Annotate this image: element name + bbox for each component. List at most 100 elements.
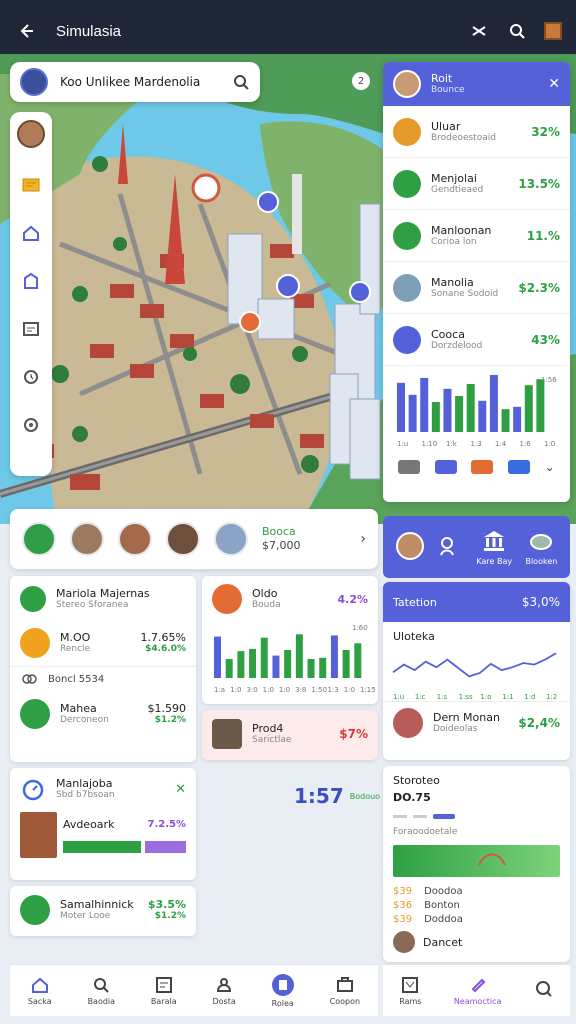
item-detail: Rencle <box>60 644 91 655</box>
chart-bar <box>397 382 405 432</box>
chevron-down-icon[interactable]: ⌄ <box>545 460 555 474</box>
bottom-navigation-secondary: Rams Neamoctica <box>383 964 570 1016</box>
settings-icon[interactable] <box>20 414 42 436</box>
group-icon <box>22 674 37 684</box>
storage-value: DO.75 <box>393 791 431 804</box>
avatar-3[interactable] <box>118 522 152 556</box>
person-percent: $2,4% <box>518 716 560 730</box>
storage-person[interactable]: Dancet <box>393 931 560 953</box>
avatar-4[interactable] <box>166 522 200 556</box>
panel-avatar[interactable] <box>393 70 421 98</box>
person-name: Dern Monan <box>433 710 500 724</box>
nav2-item-search[interactable] <box>534 980 554 1001</box>
user-avatar[interactable] <box>20 68 48 96</box>
quick-action-bowl[interactable]: Blooken <box>525 528 557 566</box>
bus-icon[interactable] <box>434 460 457 474</box>
nav-item-baodia[interactable]: Baodia <box>88 976 115 1006</box>
clock-icon[interactable] <box>20 366 42 388</box>
tag-icon[interactable] <box>20 270 42 292</box>
profile-thumbnail[interactable] <box>544 22 562 40</box>
progress-fill-green <box>62 840 142 853</box>
item-detail: Derconeon <box>60 715 109 726</box>
summary-item-1[interactable]: M.OO Rencle 1.7.65% $4.6.0% <box>10 620 196 666</box>
nav2-item-neamoctica[interactable]: Neamoctica <box>454 976 501 1006</box>
summary-item-2[interactable]: Mahea Derconeon $1.590 $1.2% <box>10 691 196 737</box>
nav-label: Rolea <box>271 998 294 1008</box>
nav-item-sacka[interactable]: Sacka <box>28 976 52 1006</box>
search-query[interactable]: Koo Unlikee Mardenolia <box>60 75 232 89</box>
close-icon[interactable]: ✕ <box>548 76 560 92</box>
chart-tick-label: 1:0 <box>344 686 355 694</box>
tool-detail: Moter Looe <box>60 911 111 922</box>
nav2-item-rams[interactable]: Rams <box>399 976 421 1006</box>
tool-card[interactable]: Samalhinnick Moter Looe $3.5% $1.2% <box>10 886 196 936</box>
chart-corner-label: 1:56 <box>541 376 557 384</box>
people-icon <box>440 536 454 555</box>
close-icon[interactable]: ✕ <box>175 782 186 797</box>
project-progress-bar <box>62 840 186 853</box>
chart-tick-label: 1:0 <box>544 440 555 448</box>
chart-tick-label: 1:6 <box>520 440 532 448</box>
line-card-value: $3,0% <box>521 595 560 609</box>
row-avatar <box>393 117 421 146</box>
chart-corner-label: 1:60 <box>352 624 368 632</box>
chart-bar <box>354 643 362 678</box>
layers-icon[interactable] <box>20 174 42 196</box>
line-card-person[interactable]: Dern Monan Doideolas $2,4% <box>383 701 570 744</box>
quick-action-people[interactable] <box>437 533 463 562</box>
chart-bar <box>272 655 280 678</box>
truck-icon[interactable] <box>398 460 421 474</box>
row-detail: Dorzdelood <box>431 340 483 351</box>
avatar-1[interactable] <box>22 522 56 556</box>
storage-row: $36 Bonton <box>393 900 560 911</box>
shuffle-icon[interactable] <box>468 20 490 42</box>
search-icon[interactable] <box>232 73 250 91</box>
van-icon[interactable] <box>508 460 531 474</box>
row-name: Menjolai <box>431 171 477 185</box>
leaderboard-row[interactable]: Manloonan Corioa lon 11.% <box>383 210 570 262</box>
nav-label: Dosta <box>212 996 236 1006</box>
building-avatar[interactable] <box>214 522 248 556</box>
id-card-icon[interactable] <box>20 318 42 340</box>
leaderboard-row[interactable]: Menjolai Gendtieaed 13.5% <box>383 158 570 210</box>
quick-action-profile[interactable] <box>395 531 424 563</box>
chart-bar <box>408 394 417 432</box>
row-percent: 11.% <box>526 228 560 243</box>
item-change: $4.6.0% <box>145 644 186 655</box>
leaderboard-row[interactable]: Cooca Dorzdelood 43% <box>383 314 570 366</box>
highlight-card[interactable]: Prod4 Sarictlae $7% <box>202 710 378 760</box>
nav-item-dosta[interactable]: Dosta <box>213 976 236 1006</box>
arc-icon <box>478 853 506 866</box>
chart-tick-label: 1:2 <box>546 693 557 701</box>
nav-item-rolea[interactable]: Rolea <box>271 973 294 1008</box>
leaderboard-row[interactable]: Uluar Brodeoestoaid 32% <box>383 106 570 158</box>
chart-bar <box>431 402 440 432</box>
location-search-bar[interactable]: Koo Unlikee Mardenolia <box>10 62 260 102</box>
home-icon[interactable] <box>20 222 42 244</box>
item-value: $1.590 <box>147 701 187 715</box>
help-badge[interactable]: 2 <box>352 72 370 90</box>
profile-avatar[interactable] <box>17 120 45 148</box>
row-avatar <box>393 273 421 302</box>
bank-icon <box>484 531 505 551</box>
bar-stats-card: Oldo Bouda 4.2% 1:a 1:0 3:0 1:0 1:0 3:8 1:50 1:3… <box>202 576 378 704</box>
chevron-right-icon[interactable]: › <box>360 531 366 547</box>
avatar-2[interactable] <box>70 522 104 556</box>
tool-change: $1.2% <box>154 911 186 922</box>
back-arrow-icon[interactable] <box>14 19 38 43</box>
nav-item-barala[interactable]: Barala <box>151 976 177 1006</box>
stats-subtitle: Bouda <box>252 600 281 611</box>
search-icon[interactable] <box>506 20 528 42</box>
quick-action-bank[interactable]: Kare Bay <box>476 528 512 566</box>
storage-row-label: Doodoa <box>424 886 463 897</box>
row-percent: 43% <box>531 332 560 347</box>
project-item-percent: 7.2.5% <box>147 818 187 830</box>
chart-bar <box>249 648 257 678</box>
nav-item-coopon[interactable]: Coopon <box>330 976 360 1006</box>
search-icon <box>534 980 554 998</box>
storage-label: Foraoodoetale <box>393 827 458 837</box>
chart-tick-label: 3:8 <box>295 686 306 694</box>
leaderboard-row[interactable]: Manolia Sonane Sodoid $2.3% <box>383 262 570 314</box>
car-icon[interactable] <box>471 460 494 474</box>
row-detail: Sonane Sodoid <box>431 288 499 299</box>
